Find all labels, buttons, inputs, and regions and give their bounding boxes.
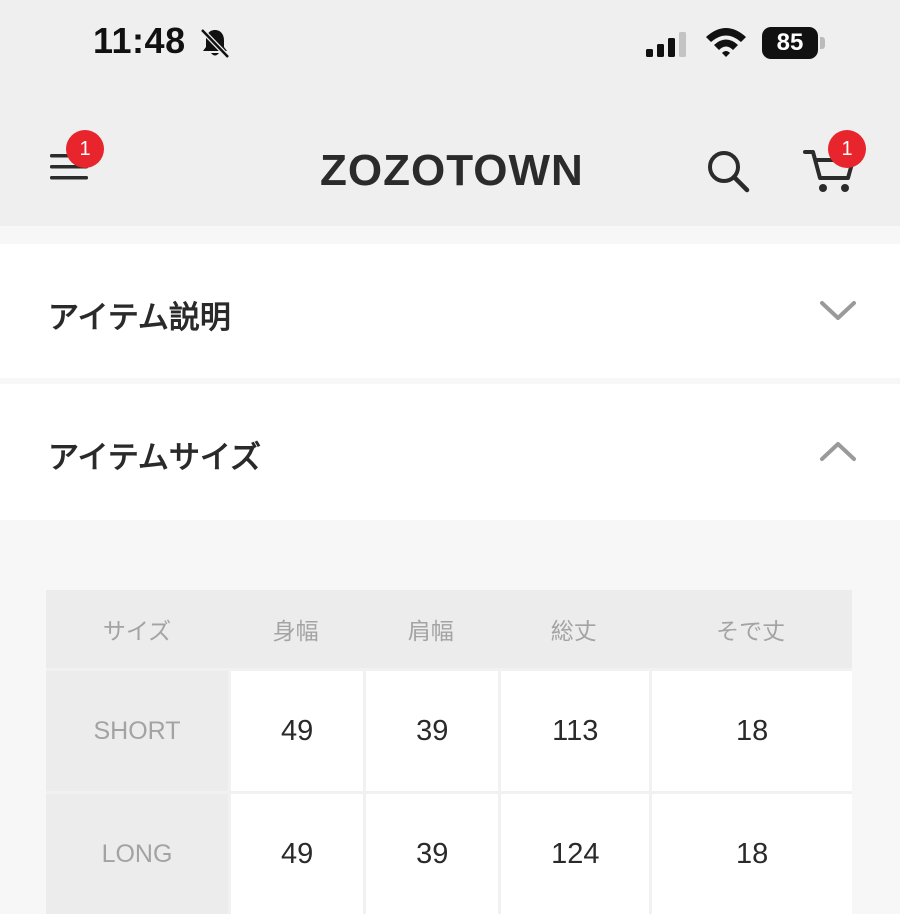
accordion-title-description: アイテム説明 (48, 300, 231, 336)
table-cell: 39 (363, 791, 499, 914)
status-time: 11:48 (93, 20, 186, 61)
logo[interactable]: ZOZOTOWN (320, 146, 583, 196)
search-icon[interactable] (705, 148, 751, 194)
table-header-sleeve-length: そで丈 (649, 590, 852, 668)
table-cell-size: SHORT (46, 668, 228, 791)
table-cell: 18 (649, 791, 852, 914)
table-cell: 49 (228, 668, 364, 791)
status-bar: 11:48 85 (0, 0, 900, 92)
battery-icon: 85 (762, 27, 818, 59)
table-header-total-length: 総丈 (498, 590, 650, 668)
table-cell: 39 (363, 668, 499, 791)
accordion-title-size: アイテムサイズ (48, 440, 261, 476)
table-row: SHORT 49 39 113 18 (46, 668, 852, 791)
table-cell: 113 (498, 668, 650, 791)
table-cell: 49 (228, 791, 364, 914)
bell-slash-icon (200, 28, 230, 59)
battery-level: 85 (776, 29, 804, 56)
table-header-size: サイズ (46, 590, 228, 668)
cart-count-badge: 1 (828, 130, 866, 168)
accordion-item-size[interactable]: アイテムサイズ (0, 384, 900, 520)
chevron-down-icon[interactable] (818, 298, 858, 324)
table-header-shoulder-width: 肩幅 (363, 590, 499, 668)
menu-notification-badge: 1 (66, 130, 104, 168)
size-table: サイズ 身幅 肩幅 総丈 そで丈 SHORT 49 39 113 18 LONG… (46, 590, 852, 914)
nav-header: 1 ZOZOTOWN 1 (0, 92, 900, 226)
table-header-body-width: 身幅 (228, 590, 364, 668)
signal-icon (646, 32, 686, 57)
table-cell-size: LONG (46, 791, 228, 914)
table-row: LONG 49 39 124 18 (46, 791, 852, 914)
table-cell: 18 (649, 668, 852, 791)
chevron-up-icon[interactable] (818, 438, 858, 464)
table-header-row: サイズ 身幅 肩幅 総丈 そで丈 (46, 590, 852, 668)
battery-cap (820, 37, 825, 49)
accordion-item-description[interactable]: アイテム説明 (0, 244, 900, 378)
wifi-icon (706, 28, 746, 57)
table-cell: 124 (498, 791, 650, 914)
